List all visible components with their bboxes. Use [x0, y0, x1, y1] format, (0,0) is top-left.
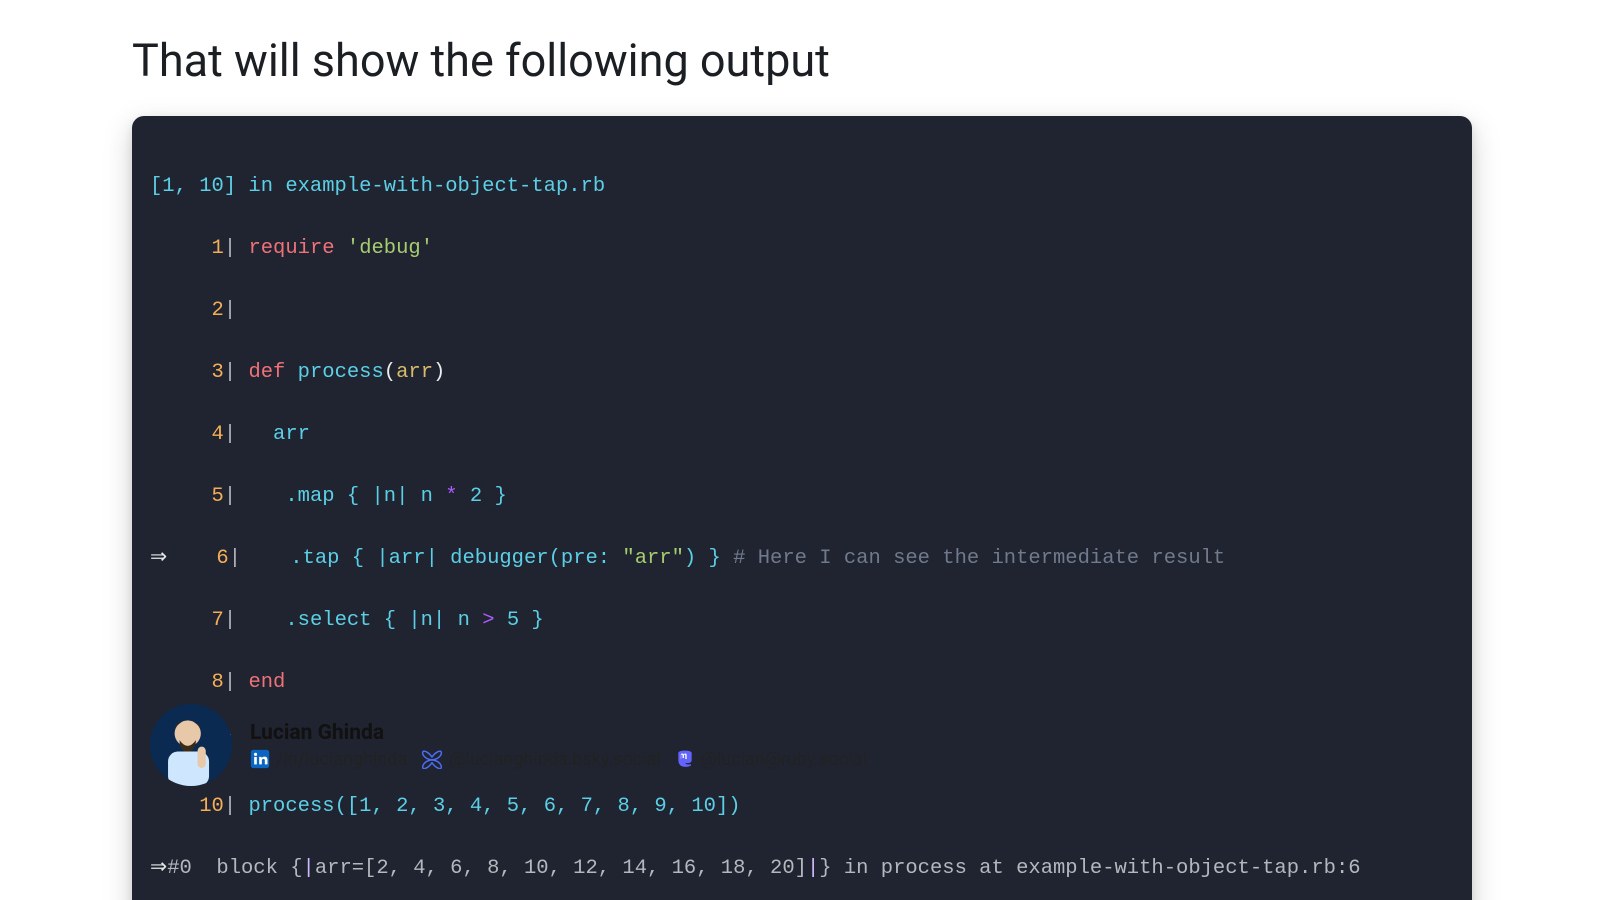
str-debug: 'debug': [347, 237, 433, 260]
ln-5: 5: [212, 485, 224, 508]
frame-arrow: ⇒: [150, 857, 167, 880]
inline-comment: # Here I can see the intermediate result: [733, 547, 1225, 570]
kw-end: end: [248, 671, 285, 694]
kw-require: require: [248, 237, 334, 260]
ln-2: 2: [212, 299, 224, 322]
kw-def: def: [248, 361, 285, 384]
code-header: [1, 10] in example-with-object-tap.rb: [150, 175, 605, 198]
ln-1: 1: [212, 237, 224, 260]
ln-7: 7: [212, 609, 224, 632]
author-name: Lucian Ghinda: [250, 721, 867, 745]
ln-6: 6: [216, 547, 228, 570]
avatar: [150, 704, 232, 786]
ln-4: 4: [212, 423, 224, 446]
bluesky-link[interactable]: @lucianghinda.bsky.social: [421, 749, 660, 770]
linkedin-icon: [250, 749, 270, 769]
author-block: Lucian Ghinda /in/lucianghinda @luciangh…: [150, 704, 867, 786]
ln-10: 10: [199, 795, 224, 818]
bluesky-handle: @lucianghinda.bsky.social: [449, 749, 660, 770]
mastodon-icon: [675, 749, 695, 769]
ln-8: 8: [212, 671, 224, 694]
slide-title: That will show the following output: [132, 34, 830, 87]
mastodon-handle: @lucian@ruby.social: [701, 749, 867, 770]
linkedin-handle: /in/lucianghinda: [276, 749, 407, 770]
ln-3: 3: [212, 361, 224, 384]
current-line-arrow: ⇒: [150, 547, 167, 570]
linkedin-link[interactable]: /in/lucianghinda: [250, 749, 407, 770]
mastodon-link[interactable]: @lucian@ruby.social: [675, 749, 867, 770]
butterfly-icon: [421, 749, 443, 769]
